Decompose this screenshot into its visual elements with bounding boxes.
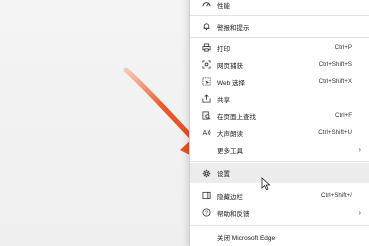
- mouse-cursor-icon: [261, 177, 271, 191]
- menu-item-shortcut: Ctrl+Shift+/: [321, 192, 352, 199]
- menu-item-shortcut: Ctrl+Shift+S: [318, 61, 352, 68]
- menu-item-label: 性能: [217, 2, 230, 10]
- web-capture-icon: [201, 60, 211, 70]
- svg-text:A: A: [202, 128, 207, 137]
- menu-item-print[interactable]: 打印 Ctrl+P: [190, 39, 369, 56]
- print-icon: [201, 43, 211, 53]
- menu-item-more-tools[interactable]: 更多工具 ›: [190, 141, 369, 158]
- menu-item-label: 设置: [217, 171, 230, 178]
- menu-item-shortcut: Ctrl+Shift+X: [318, 78, 352, 85]
- menu-item-help-feedback[interactable]: ? 帮助和反馈 ›: [190, 204, 369, 221]
- page-background: [0, 0, 190, 246]
- more-tools-icon: [201, 145, 211, 155]
- menu-item-hide-sidebar[interactable]: 隐藏边栏 Ctrl+Shift+/: [190, 187, 369, 204]
- read-aloud-icon: A: [201, 128, 211, 138]
- svg-text:?: ?: [205, 211, 208, 217]
- web-select-icon: [201, 77, 211, 87]
- gear-icon: [201, 168, 211, 178]
- find-icon: [201, 111, 211, 121]
- menu-item-label: 帮助和反馈: [217, 210, 250, 218]
- menu-item-read-aloud[interactable]: A 大声朗读 Ctrl+Shift+U: [190, 124, 369, 141]
- help-icon: ?: [201, 208, 211, 218]
- menu-divider: [190, 161, 369, 162]
- menu-item-shortcut: Ctrl+P: [334, 44, 352, 51]
- menu-item-find-on-page[interactable]: 在页面上查找 Ctrl+F: [190, 107, 369, 124]
- menu-item-shortcut: Ctrl+Shift+U: [318, 129, 352, 136]
- menu-item-settings[interactable]: 设置: [190, 163, 369, 183]
- menu-item-close-edge[interactable]: 关闭 Microsoft Edge: [190, 228, 369, 245]
- performance-icon: [201, 0, 211, 10]
- menu-item-web-select[interactable]: Web 选择 Ctrl+Shift+X: [190, 73, 369, 90]
- menu-divider: [190, 225, 369, 226]
- chevron-right-icon: ›: [358, 145, 361, 154]
- menu-item-alerts[interactable]: 警报和提示: [190, 18, 369, 35]
- menu-item-label: 更多工具: [217, 147, 243, 155]
- menu-item-shortcut: Ctrl+F: [334, 112, 352, 119]
- menu-item-performance[interactable]: 性能: [190, 0, 369, 13]
- share-icon: [201, 94, 211, 104]
- blank-icon-slot: [201, 232, 211, 242]
- menu-divider: [190, 37, 369, 38]
- chevron-right-icon: ›: [358, 208, 361, 217]
- edge-settings-menu: 性能 警报和提示 打印 Ctrl+P 网页捕获 Ctrl+Shift+S Web…: [189, 0, 369, 246]
- menu-item-label: 共享: [217, 96, 230, 104]
- sidebar-icon: [201, 191, 211, 201]
- menu-item-label: 关闭 Microsoft Edge: [217, 234, 276, 242]
- menu-item-label: 警报和提示: [217, 24, 250, 32]
- menu-item-share[interactable]: 共享: [190, 90, 369, 107]
- menu-item-web-capture[interactable]: 网页捕获 Ctrl+Shift+S: [190, 56, 369, 73]
- menu-divider: [190, 15, 369, 16]
- bell-icon: [201, 22, 211, 32]
